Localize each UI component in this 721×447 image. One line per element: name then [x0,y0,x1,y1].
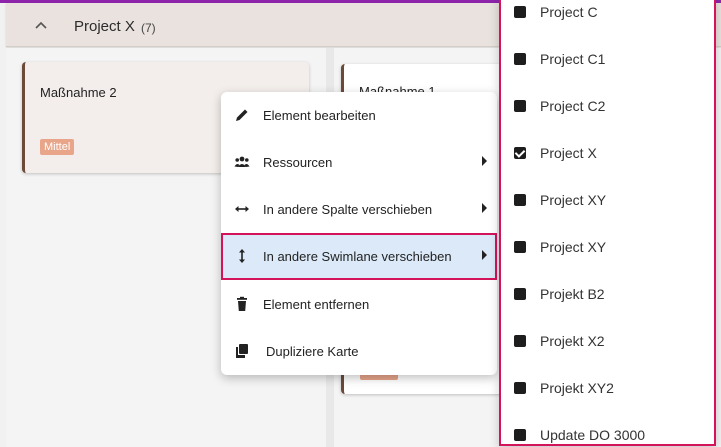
menu-item-label: Element entfernen [263,297,370,312]
submenu-item[interactable]: Update DO 3000 [501,411,714,444]
submenu-item-label: Projekt B2 [540,286,605,302]
submenu-item-label: Projekt X2 [540,333,605,349]
copy-icon [236,344,248,358]
submenu-item-label: Project XY [540,192,607,208]
menu-item-resources[interactable]: Ressourcen [221,139,497,186]
menu-item-delete[interactable]: Element entfernen [221,281,497,328]
checkbox[interactable] [514,53,526,65]
menu-item-edit[interactable]: Element bearbeiten [221,92,497,139]
vertical-arrows-icon [239,249,245,263]
submenu-item-label: Project C1 [540,51,606,67]
submenu-item[interactable]: Projekt X2 [501,317,714,364]
submenu-item[interactable]: Project C2 [501,82,714,129]
chevron-up-icon[interactable] [32,17,50,35]
checkbox[interactable] [514,194,526,206]
swimlane-submenu: Project C Project C1 Project C2 Project … [499,0,716,446]
submenu-item-label: Project XY [540,239,607,255]
swimlane-count: (7) [141,21,156,35]
pencil-icon [236,109,248,121]
checkbox[interactable] [514,241,526,253]
submenu-item[interactable]: Projekt XY2 [501,364,714,411]
menu-item-label: Element bearbeiten [263,108,376,123]
submenu-item-label: Project X [540,145,597,161]
submenu-arrow-icon [482,203,487,213]
submenu-item-label: Project C [540,4,598,20]
submenu-item[interactable]: Project X [501,129,714,176]
checkbox[interactable] [514,335,526,347]
submenu-item-label: Projekt XY2 [540,380,614,396]
submenu-item[interactable]: Project XY [501,223,714,270]
submenu-item[interactable]: Project XY [501,176,714,223]
submenu-arrow-icon [482,250,487,260]
submenu-arrow-icon [482,156,487,166]
swimlane-title: Project X [74,18,135,35]
checkbox[interactable] [514,288,526,300]
card-title: Maßnahme 2 [40,85,117,100]
trash-icon [237,296,247,311]
submenu-item-label: Update DO 3000 [540,427,646,443]
menu-item-label: In andere Swimlane verschieben [263,249,452,264]
checkbox[interactable] [514,100,526,112]
submenu-item[interactable]: Projekt B2 [501,270,714,317]
menu-item-move-swimlane[interactable]: In andere Swimlane verschieben [221,233,497,280]
menu-item-label: Dupliziere Karte [266,344,359,359]
menu-item-duplicate[interactable]: Dupliziere Karte [221,328,497,375]
context-menu: Element bearbeiten Ressourcen In andere … [221,92,497,375]
submenu-item[interactable]: Project C [501,0,714,35]
menu-item-label: In andere Spalte verschieben [263,202,433,217]
checkbox-checked[interactable] [514,147,526,159]
menu-item-move-column[interactable]: In andere Spalte verschieben [221,186,497,233]
checkbox[interactable] [514,382,526,394]
submenu-item-label: Project C2 [540,98,606,114]
priority-badge: Mittel [40,139,75,155]
menu-item-label: Ressourcen [263,155,333,170]
checkbox[interactable] [514,6,526,18]
checkbox[interactable] [514,429,526,441]
people-icon [234,156,250,167]
horizontal-arrows-icon [235,206,249,212]
submenu-item[interactable]: Project C1 [501,35,714,82]
